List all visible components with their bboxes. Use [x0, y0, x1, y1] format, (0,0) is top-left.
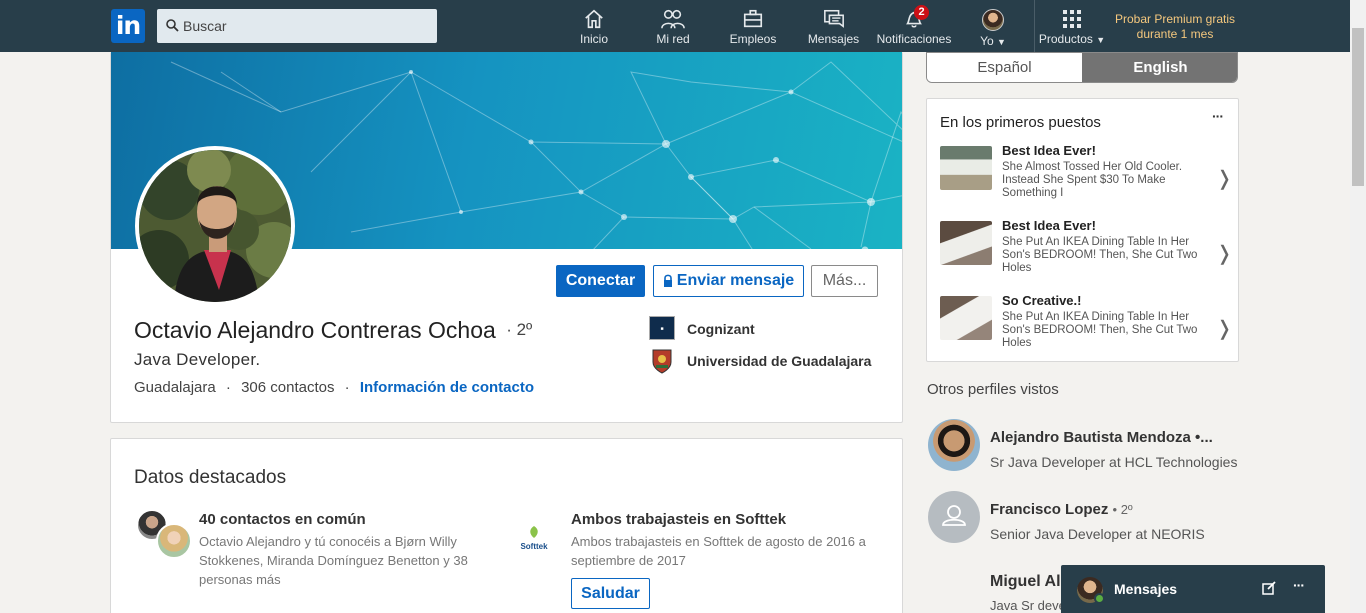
connection-degree: · 2º [506, 320, 533, 339]
profile-link-title: Java Sr deve [990, 598, 1066, 613]
promoted-item[interactable]: Best Idea Ever! She Put An IKEA Dining T… [940, 218, 1233, 283]
connection-degree: • 2º [1112, 502, 1133, 517]
nav-messages-label: Mensajes [807, 32, 860, 46]
shared-connections-title[interactable]: 40 contactos en común [199, 511, 366, 528]
softtek-logo-text: Softtek [520, 542, 548, 551]
connect-button[interactable]: Conectar [556, 265, 645, 297]
company-logo[interactable]: ■ [649, 316, 675, 340]
linkedin-logo[interactable]: in [111, 9, 145, 43]
messaging-bar[interactable]: Mensajes ··· [1061, 565, 1325, 613]
highlights-title: Datos destacados [134, 467, 287, 488]
more-button[interactable]: Más... [811, 265, 878, 297]
scrollbar-thumb[interactable] [1352, 28, 1364, 186]
nav-me-label: Yo ▼ [980, 34, 1006, 48]
promoted-desc: She Almost Tossed Her Old Cooler. Instea… [1002, 161, 1183, 199]
school-logo[interactable] [651, 348, 673, 374]
nav-me[interactable]: Yo ▼ [975, 6, 1011, 50]
promoted-more-icon[interactable]: ··· [1212, 108, 1224, 124]
education-school[interactable]: Universidad de Guadalajara [687, 353, 871, 369]
contact-info-link[interactable]: Información de contacto [360, 379, 534, 396]
promoted-title: Best Idea Ever! [1002, 143, 1096, 158]
nav-products-label: Productos ▼ [1038, 32, 1106, 46]
home-icon [585, 9, 603, 29]
nav-divider [1034, 0, 1035, 52]
nav-jobs[interactable]: Empleos [728, 6, 778, 50]
shared-connections-avatars[interactable] [136, 509, 192, 561]
profile-photo[interactable] [135, 146, 295, 306]
profile-location: Guadalajara [134, 379, 216, 396]
profile-connections[interactable]: 306 contactos [241, 379, 334, 396]
language-switcher: Español English [926, 52, 1238, 83]
messages-icon [823, 9, 844, 28]
avatar[interactable] [928, 419, 980, 471]
language-option-es[interactable]: Español [927, 53, 1082, 82]
profile-link-name[interactable]: Miguel Al [990, 573, 1061, 591]
promoted-desc: She Put An IKEA Dining Table In Her Son'… [1002, 236, 1198, 274]
more-options-icon[interactable]: ··· [1293, 577, 1305, 593]
nav-notifications-label: Notificaciones [876, 32, 952, 46]
promoted-item[interactable]: Best Idea Ever! She Almost Tossed Her Ol… [940, 143, 1233, 208]
profile-link-name[interactable]: Alejandro Bautista Mendoza •... [990, 429, 1213, 446]
chevron-right-icon[interactable]: ❭ [1216, 241, 1233, 266]
nav-network-label: Mi red [656, 32, 690, 46]
profile-link-title: Sr Java Developer at HCL Technologies [990, 454, 1238, 470]
chevron-down-icon: ▼ [1096, 35, 1106, 45]
avatar-placeholder[interactable] [928, 491, 980, 543]
nav-messages[interactable]: Mensajes [806, 6, 861, 50]
nav-home[interactable]: Inicio [573, 6, 615, 50]
premium-link[interactable]: Probar Premium gratis durante 1 mes [1110, 12, 1240, 42]
grid-icon [1063, 10, 1081, 28]
promoted-thumbnail [940, 221, 992, 265]
online-status-dot [1094, 593, 1105, 604]
messaging-label: Mensajes [1114, 581, 1178, 597]
nav-notifications[interactable]: 2 Notificaciones [875, 5, 953, 50]
search-icon [166, 19, 179, 32]
avatar [156, 523, 192, 559]
nav-jobs-label: Empleos [729, 32, 777, 46]
profile-name-line: Octavio Alejandro Contreras Ochoa · 2º [134, 317, 532, 344]
highlights-card: Datos destacados 40 contactos en común O… [110, 438, 903, 613]
nav-network[interactable]: Mi red [650, 6, 696, 50]
send-message-label: Enviar mensaje [676, 272, 795, 289]
compose-icon[interactable] [1262, 581, 1276, 600]
promoted-item[interactable]: So Creative.! She Put An IKEA Dining Tab… [940, 293, 1233, 358]
network-icon [661, 9, 685, 29]
profile-link-title: Senior Java Developer at NEORIS [990, 526, 1205, 542]
avatar [982, 9, 1004, 31]
say-hello-button[interactable]: Saludar [571, 578, 650, 609]
promoted-thumbnail [940, 146, 992, 190]
worked-together-title: Ambos trabajasteis en Softtek [571, 511, 787, 528]
softtek-logo: Softtek [516, 525, 552, 551]
global-nav: in Inicio Mi red Empleos Mensajes 2 Noti… [0, 0, 1350, 52]
nav-products[interactable]: Productos ▼ [1036, 6, 1108, 50]
chevron-right-icon[interactable]: ❭ [1216, 316, 1233, 341]
language-option-en[interactable]: English [1082, 53, 1237, 82]
profile-meta: Guadalajara · 306 contactos · Informació… [134, 379, 535, 396]
promoted-heading: En los primeros puestos [940, 114, 1101, 131]
chevron-down-icon: ▼ [997, 37, 1006, 47]
profile-link-name[interactable]: Francisco Lopez • 2º [990, 501, 1133, 518]
send-message-button[interactable]: Enviar mensaje [653, 265, 804, 297]
people-also-viewed-heading: Otros perfiles vistos [927, 381, 1059, 398]
promoted-title: Best Idea Ever! [1002, 218, 1096, 233]
profile-top-card: Conectar Enviar mensaje Más... Octavio A… [110, 52, 903, 423]
nav-home-label: Inicio [579, 32, 608, 46]
notification-badge: 2 [914, 5, 929, 20]
lock-icon [663, 268, 673, 298]
promoted-thumbnail [940, 296, 992, 340]
promoted-card: En los primeros puestos ··· Best Idea Ev… [926, 98, 1239, 362]
briefcase-icon [743, 9, 763, 28]
current-company[interactable]: Cognizant [687, 321, 755, 337]
profile-headline: Java Developer. [134, 350, 261, 369]
promoted-title: So Creative.! [1002, 293, 1082, 308]
profile-name: Octavio Alejandro Contreras Ochoa [134, 317, 496, 343]
chevron-right-icon[interactable]: ❭ [1216, 166, 1233, 191]
search-box[interactable] [157, 9, 437, 43]
shared-connections-desc: Octavio Alejandro y tú conocéis a Bjørn … [199, 534, 468, 587]
search-input[interactable] [183, 9, 433, 43]
worked-together-desc: Ambos trabajasteis en Softtek de agosto … [571, 534, 866, 568]
promoted-desc: She Put An IKEA Dining Table In Her Son'… [1002, 311, 1198, 349]
person-icon [942, 505, 966, 526]
leaf-icon [530, 526, 538, 538]
